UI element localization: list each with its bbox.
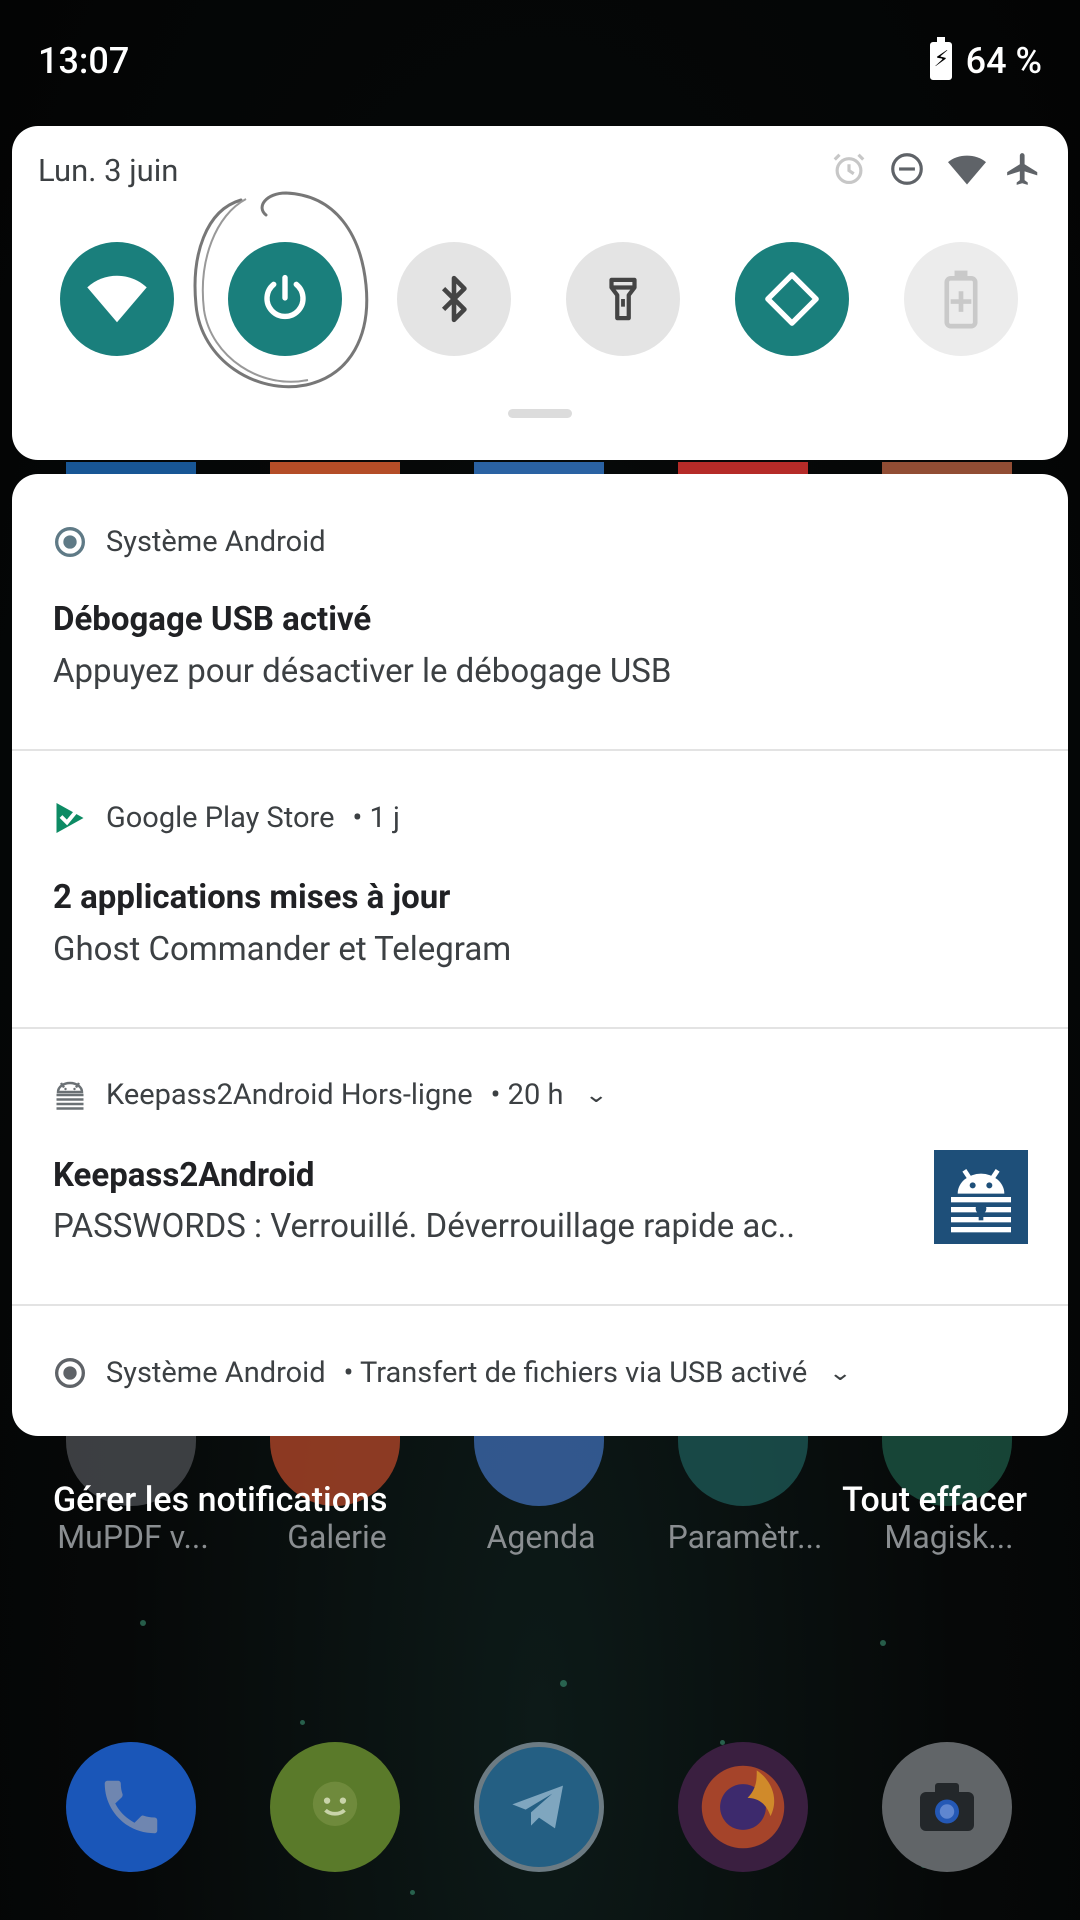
- notification-time: • 1 j: [352, 801, 400, 835]
- qs-status-icons: [830, 150, 1042, 188]
- notification-time: • 20 h: [490, 1078, 564, 1112]
- messages-icon[interactable]: [270, 1742, 400, 1872]
- auto-rotate-tile[interactable]: [735, 242, 849, 356]
- divider: [12, 749, 1068, 751]
- wallpaper-star: [880, 1640, 886, 1646]
- dock: [0, 1742, 1080, 1874]
- notification-text[interactable]: PASSWORDS : Verrouillé. Déverrouillage r…: [53, 1207, 795, 1246]
- telegram-icon[interactable]: [474, 1742, 604, 1872]
- power-icon: [264, 274, 306, 320]
- wifi-tile[interactable]: [60, 242, 174, 356]
- play-store-icon: [52, 800, 88, 836]
- notification-header[interactable]: Système Android: [52, 524, 326, 560]
- flashlight-tile[interactable]: [566, 242, 680, 356]
- notification-header[interactable]: Système Android • Transfert de fichiers …: [52, 1355, 852, 1391]
- battery-percent: 64 %: [965, 40, 1042, 82]
- notification-app-name: Système Android: [106, 1356, 326, 1390]
- bluetooth-tile[interactable]: [397, 242, 511, 356]
- airplane-mode-icon: [1004, 150, 1042, 188]
- status-bar: 13:07 ⚡ 64 %: [0, 0, 1080, 120]
- notification-text[interactable]: Ghost Commander et Telegram: [53, 930, 511, 969]
- battery-saver-icon: [944, 270, 978, 329]
- bluetooth-icon: [441, 275, 467, 323]
- notification-app-name: Système Android: [106, 525, 326, 559]
- phone-icon[interactable]: [66, 1742, 196, 1872]
- keepass-large-icon: [934, 1150, 1028, 1244]
- wifi-icon: [87, 275, 147, 323]
- clock: 13:07: [38, 40, 130, 82]
- notification-app-name: Keepass2Android Hors-ligne: [106, 1078, 473, 1112]
- notification-actions: Gérer les notifications Tout effacer: [0, 1480, 1080, 1536]
- qs-drag-handle[interactable]: [508, 409, 572, 418]
- wifi-signal-icon: [946, 150, 986, 188]
- expand-chevron-icon[interactable]: ⌄: [828, 1361, 852, 1386]
- notification-summary: • Transfert de fichiers via USB activé: [343, 1356, 808, 1390]
- notification-title[interactable]: Débogage USB activé: [53, 600, 371, 639]
- power-tile[interactable]: [228, 242, 342, 356]
- firefox-icon[interactable]: [678, 1742, 808, 1872]
- wallpaper-star: [140, 1620, 146, 1626]
- quick-settings-panel: Lun. 3 juin: [12, 126, 1068, 460]
- camera-icon[interactable]: [882, 1742, 1012, 1872]
- wallpaper-star: [410, 1890, 415, 1895]
- notification-header[interactable]: Keepass2Android Hors-ligne • 20 h ⌄: [52, 1077, 609, 1113]
- notification-list: Système Android Débogage USB activé Appu…: [12, 474, 1068, 1436]
- notification-header[interactable]: Google Play Store • 1 j: [52, 800, 400, 836]
- alarm-icon: [830, 150, 868, 188]
- divider: [12, 1027, 1068, 1029]
- clear-all-button[interactable]: Tout effacer: [842, 1480, 1027, 1520]
- expand-chevron-icon[interactable]: ⌄: [585, 1083, 609, 1108]
- divider: [12, 1304, 1068, 1306]
- wallpaper-star: [300, 1720, 305, 1725]
- notification-title[interactable]: 2 applications mises à jour: [53, 878, 450, 917]
- notification-app-name: Google Play Store: [106, 801, 335, 835]
- qs-tiles: [60, 242, 1040, 358]
- flashlight-icon: [609, 277, 637, 321]
- notification-text[interactable]: Appuyez pour désactiver le débogage USB: [53, 652, 671, 691]
- do-not-disturb-icon: [888, 150, 926, 188]
- android-system-icon: [52, 524, 88, 560]
- android-system-icon: [52, 1355, 88, 1391]
- qs-date[interactable]: Lun. 3 juin: [38, 152, 178, 189]
- notification-title[interactable]: Keepass2Android: [53, 1156, 315, 1195]
- auto-rotate-icon: [765, 272, 819, 326]
- manage-notifications-button[interactable]: Gérer les notifications: [53, 1480, 387, 1520]
- keepass-icon: [52, 1077, 88, 1113]
- wallpaper-star: [560, 1680, 567, 1687]
- battery-saver-tile[interactable]: [904, 242, 1018, 356]
- battery-indicator: ⚡ 64 %: [929, 37, 1042, 82]
- battery-charging-icon: ⚡: [929, 37, 952, 80]
